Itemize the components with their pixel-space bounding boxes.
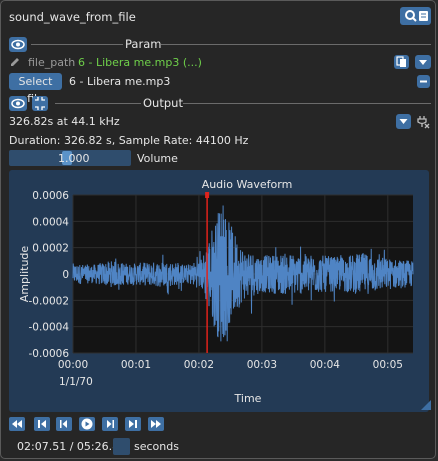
- y-axis-ticks: 0.00060.00040.00020-0.0002-0.0004-0.0006: [28, 190, 69, 360]
- x-tick-label: 00:01: [121, 359, 151, 371]
- chevron-down-icon: [419, 60, 427, 65]
- param-separator-right: [161, 44, 431, 45]
- output-separator-left: [55, 103, 141, 104]
- output-section-label: Output: [143, 96, 183, 110]
- y-tick-label: -0.0002: [28, 295, 69, 307]
- param-name: file_path: [28, 56, 76, 69]
- node-window: sound_wave_from_file Param file_path 6 -…: [0, 0, 436, 459]
- step-forward-icon: [107, 420, 114, 428]
- skip-end-icon: [151, 420, 161, 428]
- next-button[interactable]: [125, 417, 141, 431]
- x-axis-sublabel: 1/1/70: [59, 376, 93, 388]
- x-tick-label: 00:03: [247, 359, 277, 371]
- eye-icon: [11, 39, 25, 50]
- x-axis-label: Time: [234, 392, 262, 405]
- param-visibility-toggle[interactable]: [9, 37, 27, 52]
- previous-icon: [38, 420, 46, 428]
- param-value: 6 - Libera me.mp3 (...): [78, 56, 202, 69]
- skip-to-end-button[interactable]: [148, 417, 164, 431]
- x-tick-label: 00:05: [373, 359, 403, 371]
- remove-file-button[interactable]: [417, 75, 430, 88]
- step-back-button[interactable]: [56, 417, 72, 431]
- play-button[interactable]: [79, 417, 95, 431]
- copy-button[interactable]: [394, 55, 409, 69]
- eye-icon: [11, 98, 25, 109]
- param-dropdown-button[interactable]: [415, 55, 431, 69]
- previous-button[interactable]: [34, 417, 50, 431]
- waveform-chart: Audio Waveform 0.0006 0.0004 0.0002 0 -0.000…: [18, 178, 414, 405]
- x-tick-label: 00:02: [184, 359, 214, 371]
- step-back-icon: [60, 420, 67, 428]
- y-tick-label: 0.0002: [32, 243, 69, 255]
- play-icon: [81, 418, 93, 430]
- output-summary: 326.82s at 44.1 kHz: [9, 115, 120, 128]
- output-separator-right: [183, 103, 431, 104]
- y-tick-label: 0: [62, 269, 69, 281]
- plug-disconnect-icon[interactable]: [416, 114, 431, 129]
- playhead-cap[interactable]: [205, 192, 210, 198]
- collapse-button[interactable]: [32, 96, 48, 111]
- volume-value: 1.000: [58, 152, 90, 165]
- playback-time: 02:07.51 / 05:26.81: [17, 440, 127, 453]
- chart-title: Audio Waveform: [202, 178, 293, 191]
- output-visibility-toggle[interactable]: [9, 96, 27, 111]
- search-inspect-button[interactable]: [400, 7, 431, 25]
- skip-start-icon: [12, 420, 22, 428]
- output-dropdown-button[interactable]: [396, 114, 411, 129]
- pencil-icon: [11, 58, 19, 66]
- skip-to-start-button[interactable]: [9, 417, 25, 431]
- chevron-down-icon: [399, 119, 408, 124]
- minus-icon: [420, 80, 427, 83]
- plot-resize-handle[interactable]: [421, 400, 431, 410]
- search-icon: [405, 10, 428, 22]
- x-tick-label: 00:00: [58, 359, 88, 371]
- y-tick-label: 0.0004: [32, 216, 69, 228]
- y-tick-label: -0.0004: [28, 322, 69, 334]
- collapse-icon: [35, 97, 45, 110]
- param-section-label: Param: [125, 37, 162, 51]
- select-file-button[interactable]: Select file: [9, 73, 62, 105]
- waveform-plot[interactable]: Audio Waveform 0.0006 0.0004 0.0002 0 -0.000…: [9, 170, 429, 412]
- x-axis-ticks: 00:00 00:01 00:02 00:03 00:04 00:05: [58, 359, 403, 371]
- copy-icon: [396, 56, 406, 67]
- y-axis-label: Amplitude: [18, 246, 31, 303]
- y-tick-label: 0.0006: [32, 190, 69, 202]
- volume-label: Volume: [137, 152, 178, 165]
- param-separator-left: [31, 44, 123, 45]
- next-icon: [129, 420, 137, 428]
- x-tick-label: 00:04: [310, 359, 341, 371]
- seconds-label: seconds: [134, 440, 179, 453]
- seconds-input[interactable]: [113, 438, 130, 455]
- node-title: sound_wave_from_file: [9, 10, 136, 24]
- output-details: Duration: 326.82 s, Sample Rate: 44100 H…: [9, 134, 249, 147]
- step-forward-button[interactable]: [102, 417, 118, 431]
- selected-file-name: 6 - Libera me.mp3: [69, 75, 171, 88]
